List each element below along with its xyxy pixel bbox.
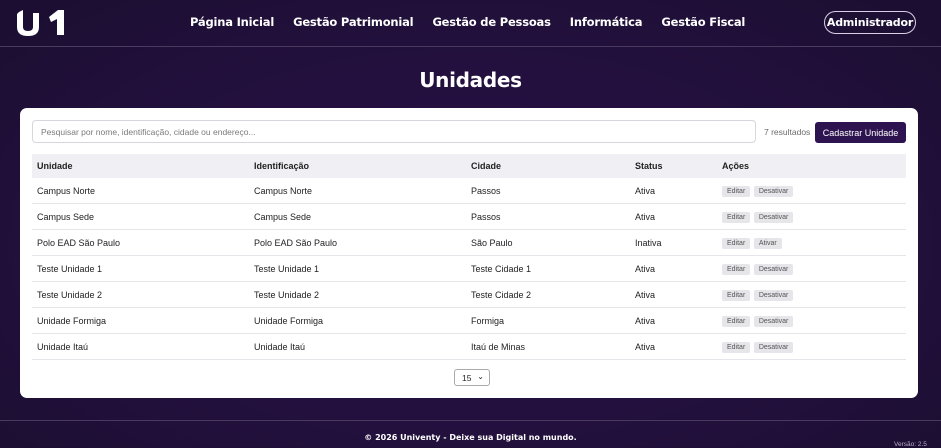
cell-status: Inativa [630,229,717,256]
deactivate-button[interactable]: Desativar [753,211,794,223]
nav-item-informatica[interactable]: Informática [570,15,643,29]
deactivate-button[interactable]: Desativar [753,289,794,301]
cell-cidade: Passos [466,203,630,230]
units-card: 7 resultados Cadastrar Unidade Unidade I… [20,108,918,398]
column-header-identificacao[interactable]: Identificação [249,154,466,178]
table-row: Unidade Itaú Unidade Itaú Itaú de Minas … [32,333,906,360]
nav-item-gestao-patrimonial[interactable]: Gestão Patrimonial [293,15,414,29]
column-header-acoes: Ações [722,161,750,171]
results-count: 7 resultados [764,127,811,137]
cell-unidade: Unidade Formiga [32,307,249,334]
column-header-status[interactable]: Status [630,154,717,178]
page-title: Unidades [419,68,522,92]
cell-actions: Editar Desativar [717,255,906,282]
cell-actions: Editar Ativar [717,229,906,256]
cell-identificacao: Campus Sede [249,203,466,230]
cell-identificacao: Polo EAD São Paulo [249,229,466,256]
column-header-cidade[interactable]: Cidade [466,154,630,178]
cell-actions: Editar Desativar [717,333,906,360]
chevron-down-icon: ⌄ [477,372,484,381]
cell-unidade: Teste Unidade 2 [32,281,249,308]
edit-button[interactable]: Editar [722,263,751,275]
table-row: Unidade Formiga Unidade Formiga Formiga … [32,307,906,334]
deactivate-button[interactable]: Desativar [753,341,794,353]
cell-unidade: Unidade Itaú [32,333,249,360]
footer-divider [0,420,941,421]
cell-identificacao: Teste Unidade 2 [249,281,466,308]
edit-button[interactable]: Editar [722,289,751,301]
nav-item-gestao-de-pessoas[interactable]: Gestão de Pessoas [432,15,551,29]
cell-status: Ativa [630,178,717,204]
cell-actions: Editar Desativar [717,281,906,308]
cell-unidade: Campus Sede [32,203,249,230]
cell-identificacao: Campus Norte [249,178,466,204]
cell-actions: Editar Desativar [717,203,906,230]
cell-status: Ativa [630,203,717,230]
cell-status: Ativa [630,255,717,282]
table-row: Teste Unidade 1 Teste Unidade 1 Teste Ci… [32,255,906,282]
table-row: Campus Norte Campus Norte Passos Ativa E… [32,178,906,204]
cell-unidade: Teste Unidade 1 [32,255,249,282]
cell-cidade: São Paulo [466,229,630,256]
cell-cidade: Teste Cidade 2 [466,281,630,308]
page-size-value: 15 [462,372,472,383]
cell-status: Ativa [630,307,717,334]
top-navbar: Página Inicial Gestão Patrimonial Gestão… [0,0,941,47]
user-menu-button[interactable]: Administrador [824,11,916,34]
page-size-select[interactable]: 15 ⌄ [454,369,490,386]
deactivate-button[interactable]: Desativar [753,263,794,275]
column-header-unidade[interactable]: Unidade [32,154,249,178]
main-nav: Página Inicial Gestão Patrimonial Gestão… [190,15,764,29]
units-table: Unidade Identificação Cidade Status Açõe… [32,154,906,360]
cell-identificacao: Teste Unidade 1 [249,255,466,282]
activate-button[interactable]: Ativar [753,237,782,249]
cell-cidade: Teste Cidade 1 [466,255,630,282]
cell-unidade: Polo EAD São Paulo [32,229,249,256]
nav-item-gestao-fiscal[interactable]: Gestão Fiscal [661,15,745,29]
deactivate-button[interactable]: Desativar [753,185,794,197]
cell-unidade: Campus Norte [32,178,249,204]
search-input[interactable] [32,120,756,143]
edit-button[interactable]: Editar [722,237,751,249]
edit-button[interactable]: Editar [722,341,751,353]
cell-status: Ativa [630,281,717,308]
cell-actions: Editar Desativar [717,307,906,334]
table-row: Teste Unidade 2 Teste Unidade 2 Teste Ci… [32,281,906,308]
footer-copyright: © 2026 Univenty - Deixe sua Digital no m… [364,433,577,442]
cell-cidade: Passos [466,178,630,204]
deactivate-button[interactable]: Desativar [753,315,794,327]
nav-item-pagina-inicial[interactable]: Página Inicial [190,15,274,29]
cell-cidade: Itaú de Minas [466,333,630,360]
edit-button[interactable]: Editar [722,185,751,197]
cell-actions: Editar Desativar [717,178,906,204]
cell-identificacao: Unidade Formiga [249,307,466,334]
cell-status: Ativa [630,333,717,360]
edit-button[interactable]: Editar [722,211,751,223]
create-unit-button[interactable]: Cadastrar Unidade [815,122,906,143]
univenty-logo[interactable] [16,8,70,36]
cell-identificacao: Unidade Itaú [249,333,466,360]
edit-button[interactable]: Editar [722,315,751,327]
cell-cidade: Formiga [466,307,630,334]
table-row: Polo EAD São Paulo Polo EAD São Paulo Sã… [32,229,906,256]
table-header-row: Unidade Identificação Cidade Status Açõe… [32,154,906,178]
table-row: Campus Sede Campus Sede Passos Ativa Edi… [32,203,906,230]
